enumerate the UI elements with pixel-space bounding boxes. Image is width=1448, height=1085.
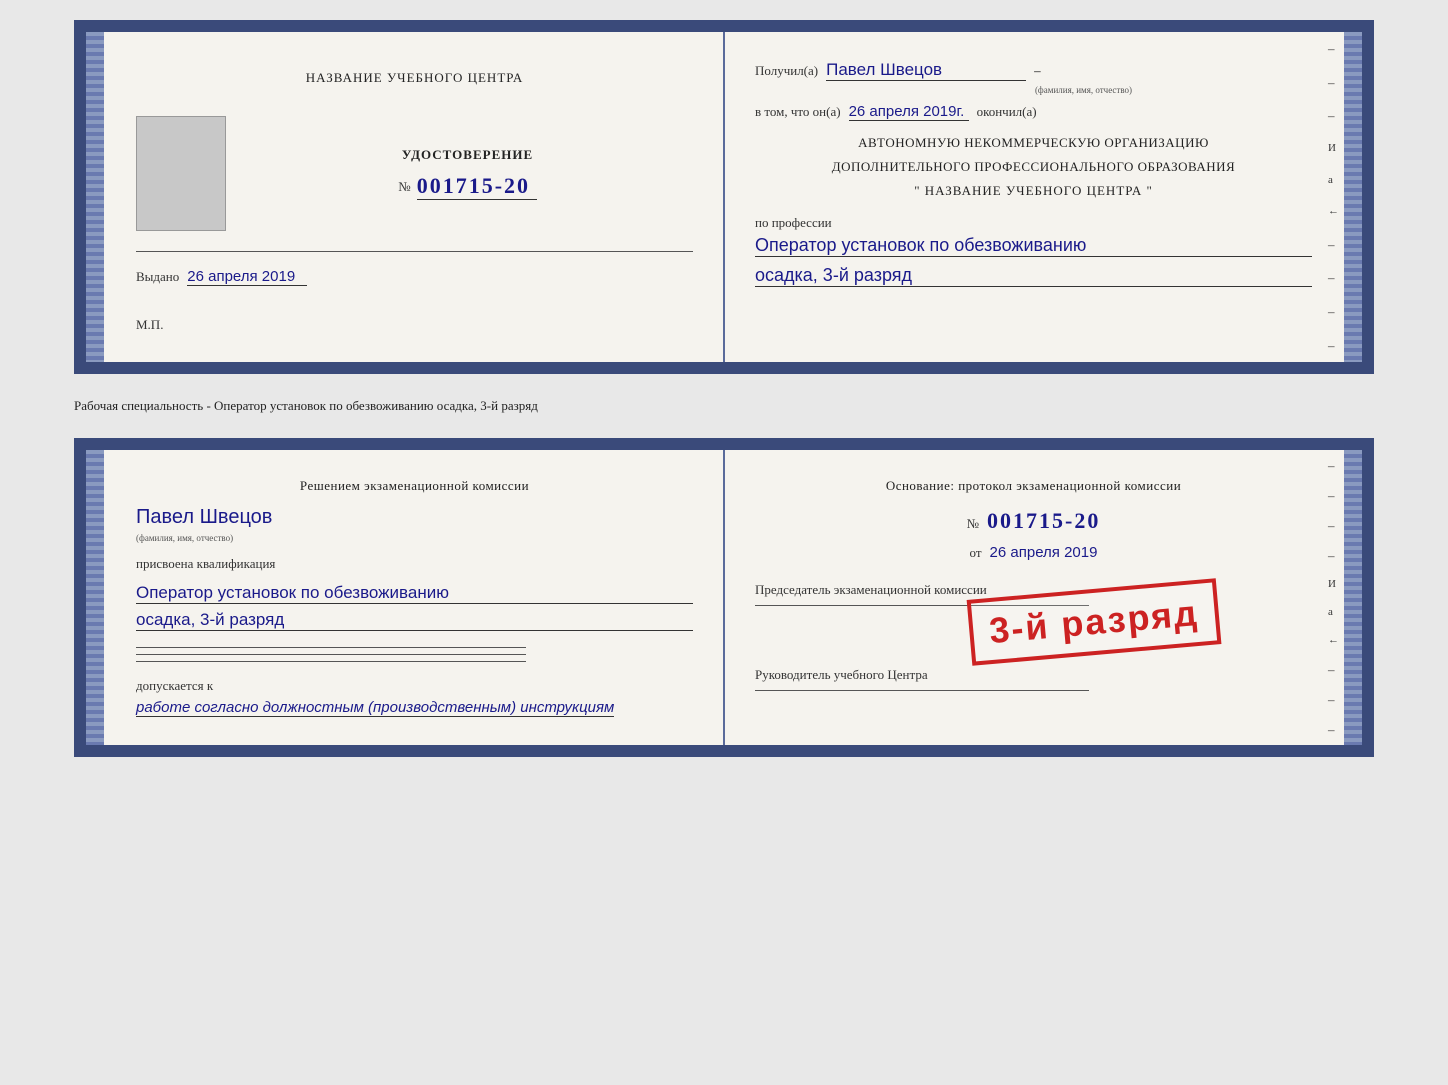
cert-number-prefix: № — [398, 179, 410, 195]
bottom-doc-right: Основание: протокол экзаменационной коми… — [725, 450, 1362, 745]
allowed-label: допускается к — [136, 678, 213, 694]
issued-date: 26 апреля 2019 — [187, 268, 307, 286]
fio-caption-top: (фамилия, имя, отчество) — [855, 85, 1312, 95]
date-prefix: от — [970, 545, 982, 561]
top-document: НАЗВАНИЕ УЧЕБНОГО ЦЕНТРА УДОСТОВЕРЕНИЕ №… — [74, 20, 1374, 374]
top-left-title: НАЗВАНИЕ УЧЕБНОГО ЦЕНТРА — [136, 70, 693, 86]
decision-label: Решением экзаменационной комиссии — [136, 478, 693, 494]
finished-label: окончил(а) — [977, 104, 1037, 120]
director-label: Руководитель учебного Центра — [755, 667, 928, 682]
separator-label: Рабочая специальность - Оператор установ… — [74, 392, 1374, 420]
top-doc-right: Получил(а) Павел Швецов – (фамилия, имя,… — [725, 32, 1362, 362]
assigned-label: присвоена квалификация — [136, 556, 275, 571]
rank-value-top: осадка, 3-й разряд — [755, 265, 1312, 287]
allowed-value: работе согласно должностным (производств… — [136, 699, 614, 717]
org-name: НАЗВАНИЕ УЧЕБНОГО ЦЕНТРА — [925, 183, 1142, 198]
top-doc-left: НАЗВАНИЕ УЧЕБНОГО ЦЕНТРА УДОСТОВЕРЕНИЕ №… — [86, 32, 725, 362]
cert-label: УДОСТОВЕРЕНИЕ — [402, 147, 533, 163]
org-name-line: " НАЗВАНИЕ УЧЕБНОГО ЦЕНТРА " — [755, 183, 1312, 199]
right-deco: ––– И а ← –––– — [1328, 32, 1340, 362]
photo-placeholder — [136, 116, 226, 231]
profession-value: Оператор установок по обезвоживанию — [755, 235, 1312, 257]
fio-caption-bottom: (фамилия, имя, отчество) — [136, 533, 693, 543]
basis-label: Основание: протокол экзаменационной коми… — [755, 478, 1312, 494]
person-name: Павел Швецов — [136, 506, 272, 528]
dash-1: – — [1034, 63, 1041, 79]
chairman-label: Председатель экзаменационной комиссии — [755, 582, 987, 597]
bottom-doc-left: Решением экзаменационной комиссии Павел … — [86, 450, 725, 745]
org-quote2: " — [1146, 183, 1152, 198]
org-line2: ДОПОЛНИТЕЛЬНОГО ПРОФЕССИОНАЛЬНОГО ОБРАЗО… — [755, 159, 1312, 175]
in-that-label: в том, что он(а) — [755, 104, 841, 120]
profession-value-bottom: Оператор установок по обезвоживанию — [136, 583, 693, 604]
profession-label: по профессии — [755, 215, 1312, 231]
number-prefix: № — [967, 516, 979, 532]
date-value: 26 апреля 2019 — [990, 544, 1098, 561]
org-quote1: " — [914, 183, 920, 198]
cert-number: 001715-20 — [417, 173, 537, 200]
issued-label: Выдано — [136, 269, 179, 285]
org-line1: АВТОНОМНУЮ НЕКОММЕРЧЕСКУЮ ОРГАНИЗАЦИЮ — [755, 135, 1312, 151]
recipient-name: Павел Швецов — [826, 60, 1026, 81]
number-value: 001715-20 — [987, 508, 1100, 534]
bottom-document: Решением экзаменационной комиссии Павел … — [74, 438, 1374, 757]
mp-label: М.П. — [136, 317, 163, 332]
right-deco-bottom: –––– И а ← ––– — [1328, 450, 1340, 745]
received-label: Получил(а) — [755, 63, 818, 79]
completion-date: 26 апреля 2019г. — [849, 103, 969, 121]
rank-value-bottom: осадка, 3-й разряд — [136, 610, 693, 631]
